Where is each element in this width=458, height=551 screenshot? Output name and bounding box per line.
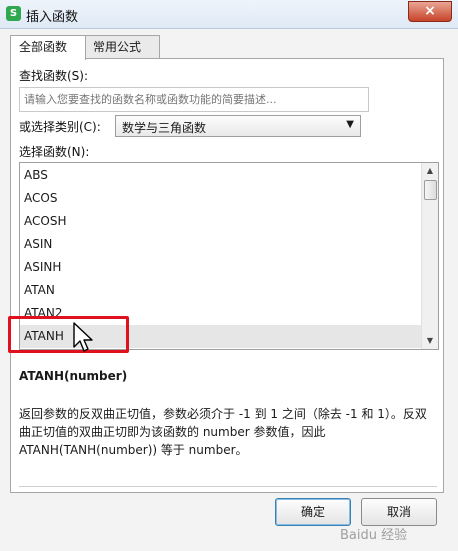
list-item[interactable]: ACOSH — [20, 210, 424, 233]
watermark: Baidu 经验 — [340, 528, 408, 543]
tab-all-functions[interactable]: 全部函数 — [10, 35, 86, 60]
list-item[interactable]: ASINH — [20, 256, 424, 279]
divider — [19, 486, 437, 487]
tab-panel: 查找函数(S): 或选择类别(C): 数学与三角函数 ▼ 选择函数(N): AB… — [10, 58, 444, 493]
function-signature: ATANH(number) — [19, 369, 128, 383]
scroll-down-icon[interactable]: ▼ — [422, 333, 438, 349]
mouse-cursor-icon — [73, 322, 93, 352]
chevron-down-icon: ▼ — [346, 119, 354, 130]
title-bar: S 插入函数 × — [0, 0, 458, 29]
window-title: 插入函数 — [26, 10, 79, 25]
function-description: 返回参数的反双曲正切值，参数必须介于 -1 到 1 之间（除去 -1 和 1）。… — [19, 407, 427, 457]
function-list-label: 选择函数(N): — [19, 145, 90, 159]
close-button[interactable]: × — [408, 1, 452, 22]
search-label: 查找函数(S): — [19, 69, 89, 83]
category-label: 或选择类别(C): — [19, 120, 101, 134]
list-scrollbar[interactable]: ▲ ▼ — [421, 163, 438, 349]
wps-app-icon: S — [6, 6, 21, 21]
cancel-button[interactable]: 取消 — [361, 498, 437, 526]
scroll-up-icon[interactable]: ▲ — [422, 163, 438, 179]
category-select[interactable]: 数学与三角函数 ▼ — [115, 115, 361, 137]
list-item[interactable]: ASIN — [20, 233, 424, 256]
list-item[interactable]: ABS — [20, 164, 424, 187]
annotation-highlight-box — [8, 316, 129, 353]
category-value: 数学与三角函数 — [122, 121, 207, 135]
ok-button[interactable]: 确定 — [275, 498, 351, 526]
list-item[interactable]: ATAN — [20, 279, 424, 302]
scroll-thumb[interactable] — [424, 180, 437, 200]
list-item[interactable]: ACOS — [20, 187, 424, 210]
dialog-body: 全部函数 常用公式 查找函数(S): 或选择类别(C): 数学与三角函数 ▼ 选… — [0, 29, 458, 551]
search-input[interactable] — [19, 87, 369, 112]
tab-common-formulas[interactable]: 常用公式 — [84, 35, 160, 58]
